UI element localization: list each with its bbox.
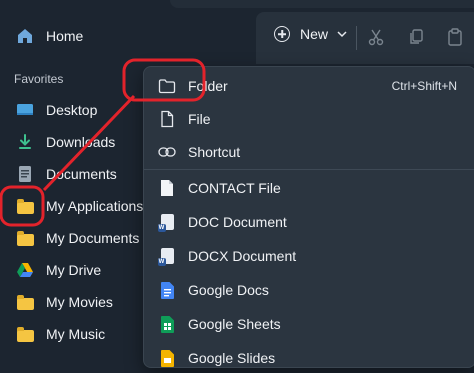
sidebar-item-label: My Drive: [46, 262, 102, 278]
word-doc-icon: W: [157, 213, 176, 232]
download-icon: [16, 133, 34, 151]
favorites-section-title: Favorites: [14, 72, 64, 86]
sidebar-item-documents[interactable]: Documents: [16, 162, 117, 186]
menu-item-label: CONTACT File: [188, 180, 281, 196]
sidebar-item-my-music[interactable]: My Music: [16, 322, 105, 346]
menu-item-label: Google Slides: [188, 350, 276, 366]
copy-icon[interactable]: [407, 28, 425, 46]
documents-icon: [16, 165, 34, 183]
titlebar-strip: [170, 0, 474, 8]
menu-item-label: DOCX Document: [188, 248, 297, 264]
sidebar-item-home[interactable]: Home: [16, 24, 83, 48]
menu-item-label: File: [188, 111, 211, 127]
sidebar-item-label: Downloads: [46, 134, 116, 150]
plus-circle-icon: [274, 26, 290, 42]
google-drive-icon: [16, 261, 34, 279]
google-sheets-icon: [158, 315, 176, 333]
sidebar-item-label: My Applications: [46, 198, 144, 214]
sidebar-item-my-movies[interactable]: My Movies: [16, 290, 113, 314]
menu-item-google-docs[interactable]: Google Docs: [158, 275, 474, 305]
menu-item-shortcut: Ctrl+Shift+N: [391, 79, 457, 93]
folder-icon: [16, 293, 34, 311]
sidebar-item-label: Documents: [46, 166, 117, 182]
desktop-icon: [16, 101, 34, 119]
menu-item-folder[interactable]: Folder Ctrl+Shift+N: [158, 71, 474, 101]
menu-item-label: Shortcut: [188, 144, 241, 160]
sidebar-item-label: Home: [46, 28, 84, 44]
menu-item-contact-file[interactable]: CONTACT File: [158, 173, 474, 203]
paste-icon[interactable]: [446, 28, 464, 46]
sidebar-item-my-drive[interactable]: My Drive: [16, 258, 101, 282]
folder-icon: [16, 197, 34, 215]
home-icon: [16, 27, 34, 45]
sidebar-item-downloads[interactable]: Downloads: [16, 130, 115, 154]
sidebar-item-my-applications[interactable]: My Applications: [16, 194, 143, 218]
google-docs-icon: [158, 281, 176, 299]
cut-icon[interactable]: [367, 28, 385, 46]
menu-item-docx-document[interactable]: W DOCX Document: [157, 241, 474, 271]
sidebar: Home Favorites Desktop Downloads Documen…: [0, 0, 150, 355]
menu-item-label: Google Sheets: [188, 316, 281, 332]
menu-item-label: DOC Document: [188, 214, 287, 230]
menu-divider: [144, 169, 474, 170]
menu-item-shortcut[interactable]: Shortcut: [158, 137, 474, 167]
folder-icon: [16, 229, 34, 247]
sidebar-item-my-documents[interactable]: My Documents: [16, 226, 139, 250]
menu-item-label: Folder: [188, 78, 228, 94]
new-button[interactable]: New: [274, 26, 348, 42]
folder-icon: [16, 325, 34, 343]
new-button-label: New: [300, 26, 329, 42]
sidebar-item-label: Desktop: [46, 102, 98, 118]
file-outline-icon: [158, 110, 176, 128]
sidebar-item-desktop[interactable]: Desktop: [16, 98, 97, 122]
menu-item-google-sheets[interactable]: Google Sheets: [158, 309, 474, 339]
chevron-down-icon: [336, 28, 348, 40]
word-docx-icon: W: [157, 247, 176, 266]
menu-item-file[interactable]: File: [158, 104, 474, 134]
sidebar-item-label: My Documents: [46, 230, 140, 246]
sidebar-item-label: My Movies: [46, 294, 113, 310]
menu-item-doc-document[interactable]: W DOC Document: [157, 207, 474, 237]
link-icon: [158, 143, 176, 161]
sidebar-item-label: My Music: [46, 326, 106, 342]
command-bar: New: [256, 12, 474, 64]
folder-outline-icon: [158, 77, 176, 95]
menu-item-label: Google Docs: [188, 282, 269, 298]
new-menu: Folder Ctrl+Shift+N File Shortcut CONTAC…: [143, 66, 474, 368]
menu-item-google-slides[interactable]: Google Slides: [158, 343, 474, 373]
toolbar-divider: [356, 26, 357, 50]
google-slides-icon: [158, 349, 176, 367]
contact-file-icon: [158, 179, 176, 197]
